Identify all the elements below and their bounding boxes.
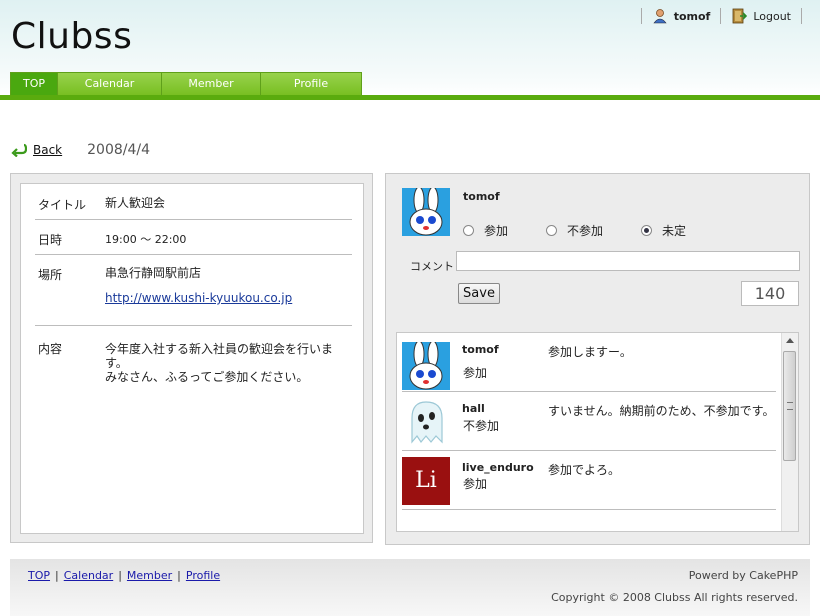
comment-status: 参加 (463, 366, 488, 380)
event-place-value: 串急行静岡駅前店 (105, 266, 202, 280)
radio-undecided[interactable] (641, 225, 653, 236)
radio-attend[interactable] (463, 225, 474, 236)
comment-author[interactable]: tomof (462, 343, 499, 356)
comment-status: 参加 (463, 477, 488, 491)
footer-link-top[interactable]: TOP (28, 569, 50, 582)
li-avatar-icon: Li (402, 457, 450, 505)
comment-scrollbar[interactable] (781, 333, 798, 531)
event-time-label: 日時 (38, 233, 63, 247)
comment-status: 不参加 (463, 419, 500, 433)
event-detail-panel: タイトル 新人歓迎会 日時 19:00 〜 22:00 場所 串急行静岡駅前店 … (10, 173, 373, 543)
scroll-thumb[interactable] (783, 351, 796, 461)
char-counter: 140 (741, 281, 799, 306)
event-time-row: 日時 19:00 〜 22:00 (35, 220, 352, 255)
footer-link-profile[interactable]: Profile (186, 569, 220, 582)
comment-list[interactable]: tomof 参加 参加しますー。 hall 不参加 すいません。納期前のため、不… (396, 332, 799, 532)
rsvp-user-name: tomof (463, 190, 500, 203)
event-content-label: 内容 (38, 342, 63, 356)
footer: TOP | Calendar | Member | Profile Powerd by Ca… (10, 559, 810, 616)
comment-text: 参加でよろ。 (548, 463, 621, 477)
main-nav: TOP Calendar Member Profile (10, 72, 362, 96)
rabbit-avatar-icon (402, 342, 450, 390)
logout-link[interactable]: Logout (753, 10, 791, 23)
divider (640, 8, 642, 24)
tab-profile[interactable]: Profile (260, 72, 362, 95)
event-content-row: 内容 今年度入社する新入社員の歓迎会を行います。 みなさん、ふるってご参加くださ… (35, 326, 352, 386)
event-title-label: タイトル (38, 198, 87, 212)
divider (720, 8, 722, 24)
event-place-url-link[interactable]: http://www.kushi-kyuukou.co.jp (105, 291, 355, 305)
back-arrow-icon[interactable] (11, 143, 27, 157)
event-content-value: 今年度入社する新入社員の歓迎会を行います。 みなさん、ふるってご参加ください。 (105, 342, 355, 384)
rsvp-option-label: 参加 (484, 224, 509, 238)
current-user-name[interactable]: tomof (674, 10, 711, 23)
footer-link-member[interactable]: Member (127, 569, 172, 582)
comment-item: tomof 参加 参加しますー。 (402, 333, 776, 392)
comment-item: hall 不参加 すいません。納期前のため、不参加です。 (402, 392, 776, 451)
tab-top[interactable]: TOP (10, 72, 58, 95)
scroll-up-arrow-icon[interactable] (782, 333, 798, 349)
radio-decline[interactable] (546, 225, 558, 236)
rsvp-options: 参加 不参加 未定 (463, 222, 724, 239)
grip-icon (787, 402, 793, 410)
tab-calendar[interactable]: Calendar (57, 72, 162, 95)
event-time-value: 19:00 〜 22:00 (105, 233, 187, 246)
rsvp-option-attend[interactable]: 参加 (463, 222, 508, 239)
header: Clubss tomof Logout TOP Calendar Member … (0, 0, 820, 96)
app-logo[interactable]: Clubss (11, 16, 132, 57)
powered-by: Powerd by CakePHP (688, 569, 798, 582)
comment-text: 参加しますー。 (548, 345, 632, 359)
nav-underline (0, 95, 820, 100)
event-content-line: みなさん、ふるってご参加ください。 (105, 370, 309, 384)
rsvp-option-undecided[interactable]: 未定 (641, 222, 686, 239)
event-date: 2008/4/4 (87, 142, 151, 158)
user-bar: tomof Logout (631, 6, 812, 26)
comment-input[interactable] (456, 251, 800, 271)
save-button[interactable]: Save (458, 283, 500, 304)
comment-item: Li live_enduro 参加 参加でよろ。 (402, 451, 776, 510)
footer-link-calendar[interactable]: Calendar (64, 569, 113, 582)
copyright: Copyright © 2008 Clubss All rights reser… (551, 591, 798, 604)
event-content-line: 今年度入社する新入社員の歓迎会を行います。 (105, 342, 334, 370)
event-detail-card: タイトル 新人歓迎会 日時 19:00 〜 22:00 場所 串急行静岡駅前店 … (20, 183, 364, 534)
comment-author[interactable]: live_enduro (462, 461, 534, 474)
user-icon (653, 9, 667, 24)
rsvp-option-label: 不参加 (567, 224, 604, 238)
rabbit-avatar-icon (402, 188, 450, 236)
back-link[interactable]: Back (33, 143, 62, 157)
footer-links: TOP | Calendar | Member | Profile (28, 569, 221, 582)
comment-author[interactable]: hall (462, 402, 485, 415)
event-title-row: タイトル 新人歓迎会 (35, 196, 352, 220)
logout-door-icon (732, 8, 748, 24)
tab-member[interactable]: Member (161, 72, 261, 95)
divider (801, 8, 802, 24)
event-place-row: 場所 串急行静岡駅前店 http://www.kushi-kyuukou.co.… (35, 255, 352, 326)
rsvp-option-label: 未定 (662, 224, 687, 238)
rsvp-option-decline[interactable]: 不参加 (546, 222, 603, 239)
event-title-value: 新人歓迎会 (105, 196, 166, 210)
comment-label: コメント (410, 260, 454, 273)
back-row: Back 2008/4/4 (11, 142, 150, 158)
comment-text: すいません。納期前のため、不参加です。 (548, 404, 775, 418)
rsvp-panel: tomof 参加 不参加 未定 コメント Save 140 tomof 参加 参… (385, 173, 810, 545)
ghost-avatar-icon (402, 398, 450, 446)
event-place-label: 場所 (38, 268, 63, 282)
